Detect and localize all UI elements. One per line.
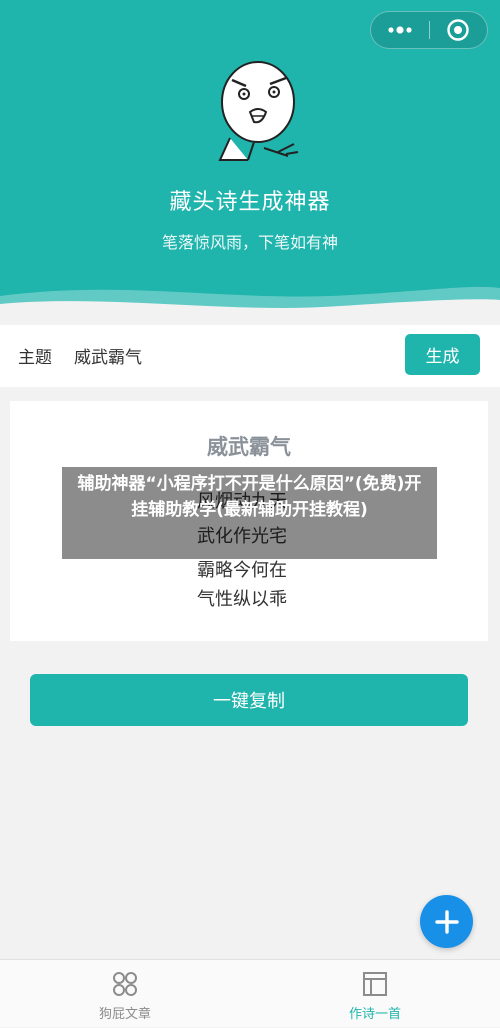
header-wave — [0, 286, 500, 325]
app-subtitle: 笔落惊风雨，下笔如有神 — [161, 233, 338, 252]
tab-label: 作诗一首 — [348, 1007, 401, 1022]
poem-title: 威武霸气 — [207, 435, 291, 459]
topic-label: 主题 — [18, 348, 52, 368]
bottom-tab-bar: 狗屁文章 作诗一首 — [0, 959, 500, 1027]
tab-poem[interactable]: 作诗一首 — [250, 960, 500, 1028]
add-fab-button[interactable] — [420, 895, 473, 948]
overlay-caption: 辅助神器“小程序打不开是什么原因”(免费)开挂辅助教学(最新辅助开挂教程) — [62, 467, 437, 559]
layout-icon — [363, 972, 387, 996]
plus-icon — [434, 909, 459, 934]
header-banner: 藏头诗生成神器 笔落惊风雨，下笔如有神 — [0, 0, 500, 325]
more-dots-icon[interactable] — [371, 12, 429, 48]
app-title: 藏头诗生成神器 — [169, 190, 331, 215]
poem-line: 霸略今何在 — [197, 560, 287, 581]
tab-label: 狗屁文章 — [98, 1007, 151, 1022]
meme-face-icon — [218, 61, 299, 161]
target-close-icon[interactable] — [429, 12, 487, 48]
tab-articles[interactable]: 狗屁文章 — [0, 960, 250, 1028]
topic-input[interactable] — [72, 339, 376, 371]
circles-icon — [113, 972, 137, 996]
generate-button[interactable]: 生成 — [405, 334, 480, 375]
poem-line: 气性纵以乖 — [197, 589, 287, 610]
copy-button[interactable]: 一键复制 — [30, 674, 468, 726]
mini-program-capsule — [370, 11, 488, 49]
